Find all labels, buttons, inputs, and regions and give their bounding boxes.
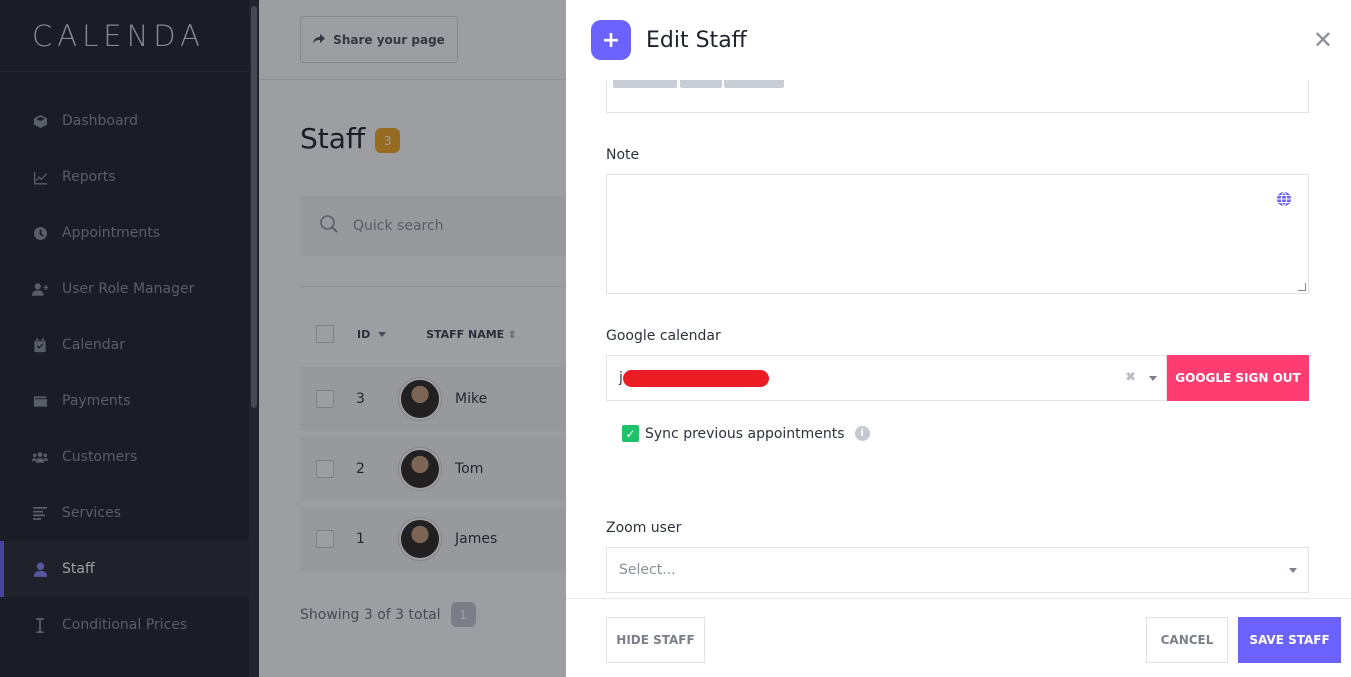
clear-icon[interactable]: ✖ [1125,370,1136,385]
panel-title: Edit Staff [646,27,747,53]
zoom-user-placeholder: Select... [619,562,676,578]
google-sign-out-button[interactable]: GOOGLE SIGN OUT [1167,355,1309,401]
panel-footer: HIDE STAFF CANCEL SAVE STAFF [566,598,1351,677]
sync-checkbox[interactable]: ✓ [622,425,639,442]
save-staff-button[interactable]: SAVE STAFF [1238,617,1341,663]
zoom-user-select[interactable]: Select... [606,547,1309,593]
google-calendar-select[interactable]: j ✖ [606,355,1167,401]
redacted-email [622,369,769,387]
note-label: Note [606,147,640,163]
note-textarea[interactable] [606,174,1309,294]
sync-label: Sync previous appointments [645,425,845,442]
service-tag[interactable]: Kids [680,80,722,88]
info-icon[interactable]: i [854,426,870,441]
panel-body[interactable]: Haircut Kids Facials ✖ Note Google calen… [566,80,1351,598]
zoom-user-label: Zoom user [606,520,682,536]
clear-icon[interactable]: ✖ [1275,80,1286,84]
service-tag[interactable]: Haircut [613,80,677,88]
sync-previous-appointments[interactable]: ✓ Sync previous appointments i [622,425,870,442]
modal-backdrop[interactable] [0,0,566,677]
edit-staff-panel: + Edit Staff ✕ Haircut Kids Facials ✖ No… [566,0,1351,677]
chevron-down-icon[interactable] [1289,568,1297,573]
globe-icon[interactable] [1276,191,1292,207]
hide-staff-button[interactable]: HIDE STAFF [606,617,705,663]
services-select[interactable]: Haircut Kids Facials ✖ [606,80,1309,113]
service-tag[interactable]: Facials [724,80,785,88]
plus-icon: + [591,20,631,60]
resize-handle[interactable] [1298,283,1306,291]
panel-header: + Edit Staff ✕ [566,0,1351,80]
google-calendar-label: Google calendar [606,328,721,344]
cancel-button[interactable]: CANCEL [1146,617,1228,663]
chevron-down-icon[interactable] [1149,376,1157,381]
close-icon[interactable]: ✕ [1313,26,1333,54]
